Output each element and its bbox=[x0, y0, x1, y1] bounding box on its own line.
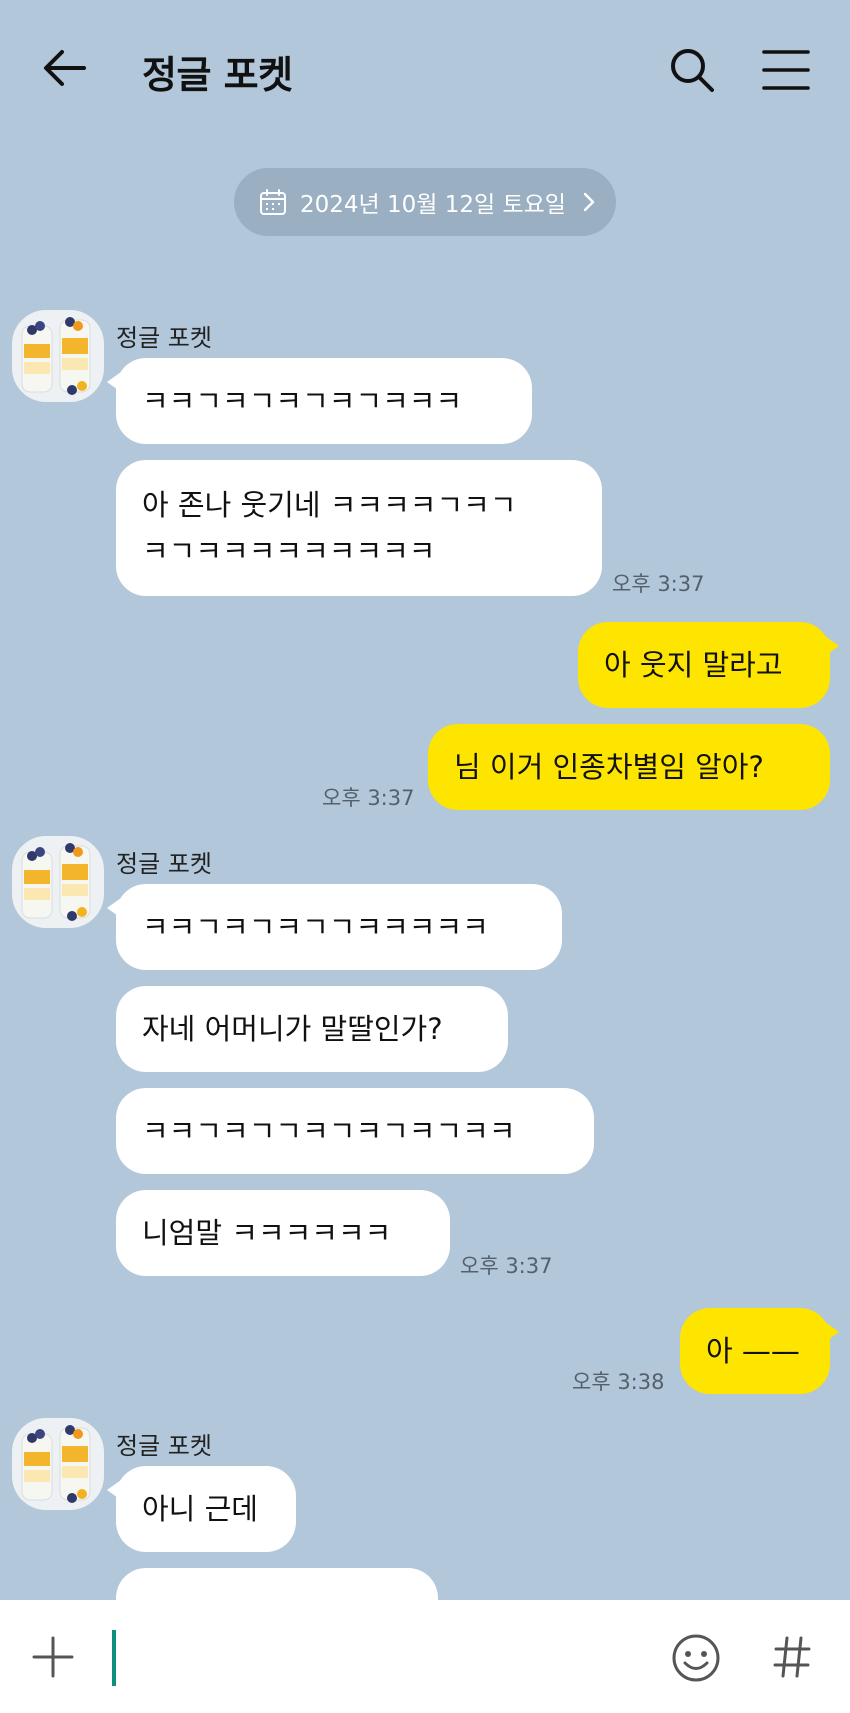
attach-button[interactable] bbox=[30, 1634, 76, 1680]
arrow-left-icon bbox=[44, 50, 86, 86]
back-button[interactable] bbox=[40, 42, 92, 94]
message-bubble[interactable]: 아 존나 웃기네 ㅋㅋㅋㅋㄱㅋㄱ ㅋㄱㅋㅋㅋㅋㅋㅋㅋㅋㅋ bbox=[116, 460, 602, 596]
message-time: 오후 3:37 bbox=[322, 786, 415, 810]
sender-name: 정글 포켓 bbox=[116, 324, 212, 352]
calendar-icon bbox=[260, 189, 286, 215]
avatar[interactable] bbox=[12, 1418, 104, 1510]
message-time: 오후 3:38 bbox=[572, 1370, 665, 1394]
chat-header: 정글 포켓 bbox=[0, 0, 850, 140]
chat-title: 정글 포켓 bbox=[142, 53, 293, 97]
message-input-bar bbox=[0, 1600, 850, 1713]
my-message-bubble[interactable]: 아 웃지 말라고 bbox=[578, 622, 839, 708]
message-bubble[interactable]: 니엄말 ㅋㅋㅋㅋㅋㅋ bbox=[116, 1190, 450, 1276]
avatar[interactable] bbox=[12, 836, 104, 928]
emoji-icon bbox=[672, 1634, 720, 1682]
message-bubble[interactable]: ㅋㅋㄱㅋㄱㅋㄱㅋㄱㅋㅋㅋ bbox=[107, 358, 532, 444]
avatar-dessert-image bbox=[12, 310, 104, 402]
hamburger-menu-icon bbox=[762, 50, 810, 90]
avatar-dessert-image bbox=[12, 1418, 104, 1510]
plus-icon bbox=[32, 1636, 74, 1678]
message-time: 오후 3:37 bbox=[460, 1254, 553, 1278]
message-bubble[interactable]: 아니 근데 bbox=[107, 1466, 296, 1552]
message-bubble[interactable]: ㅋㅋㄱㅋㄱㅋㄱㄱㅋㅋㅋㅋㅋ bbox=[107, 884, 562, 970]
avatar-dessert-image bbox=[12, 836, 104, 928]
avatar[interactable] bbox=[12, 310, 104, 402]
date-divider[interactable]: 2024년 10월 12일 토요일 bbox=[234, 168, 616, 236]
search-button[interactable] bbox=[666, 44, 718, 96]
message-time: 오후 3:37 bbox=[612, 572, 705, 596]
sender-name: 정글 포켓 bbox=[116, 1432, 212, 1460]
text-cursor bbox=[112, 1630, 116, 1686]
emoji-button[interactable] bbox=[670, 1632, 722, 1684]
hash-icon bbox=[773, 1636, 811, 1678]
sender-name: 정글 포켓 bbox=[116, 850, 212, 878]
message-input[interactable] bbox=[118, 1628, 638, 1688]
date-label: 2024년 10월 12일 토요일 bbox=[300, 192, 566, 218]
search-icon bbox=[671, 49, 714, 92]
my-message-bubble[interactable]: 아 —— bbox=[680, 1308, 839, 1394]
chat-screen: 정글 포켓 2024년 10월 12일 토요일 정글 포켓 ㅋㅋㄱㅋㄱㅋㄱㅋㄱㅋ… bbox=[0, 0, 850, 1713]
message-bubble[interactable]: 자네 어머니가 말딸인가? bbox=[116, 986, 508, 1072]
my-message-bubble[interactable]: 님 이거 인종차별임 알아? bbox=[428, 724, 830, 810]
menu-button[interactable] bbox=[758, 44, 814, 96]
message-bubble[interactable]: ㅋㅋㄱㅋㄱㄱㅋㄱㅋㄱㅋㄱㅋㅋ bbox=[116, 1088, 594, 1174]
hashtag-button[interactable] bbox=[772, 1634, 812, 1680]
chevron-right-icon bbox=[583, 192, 595, 212]
